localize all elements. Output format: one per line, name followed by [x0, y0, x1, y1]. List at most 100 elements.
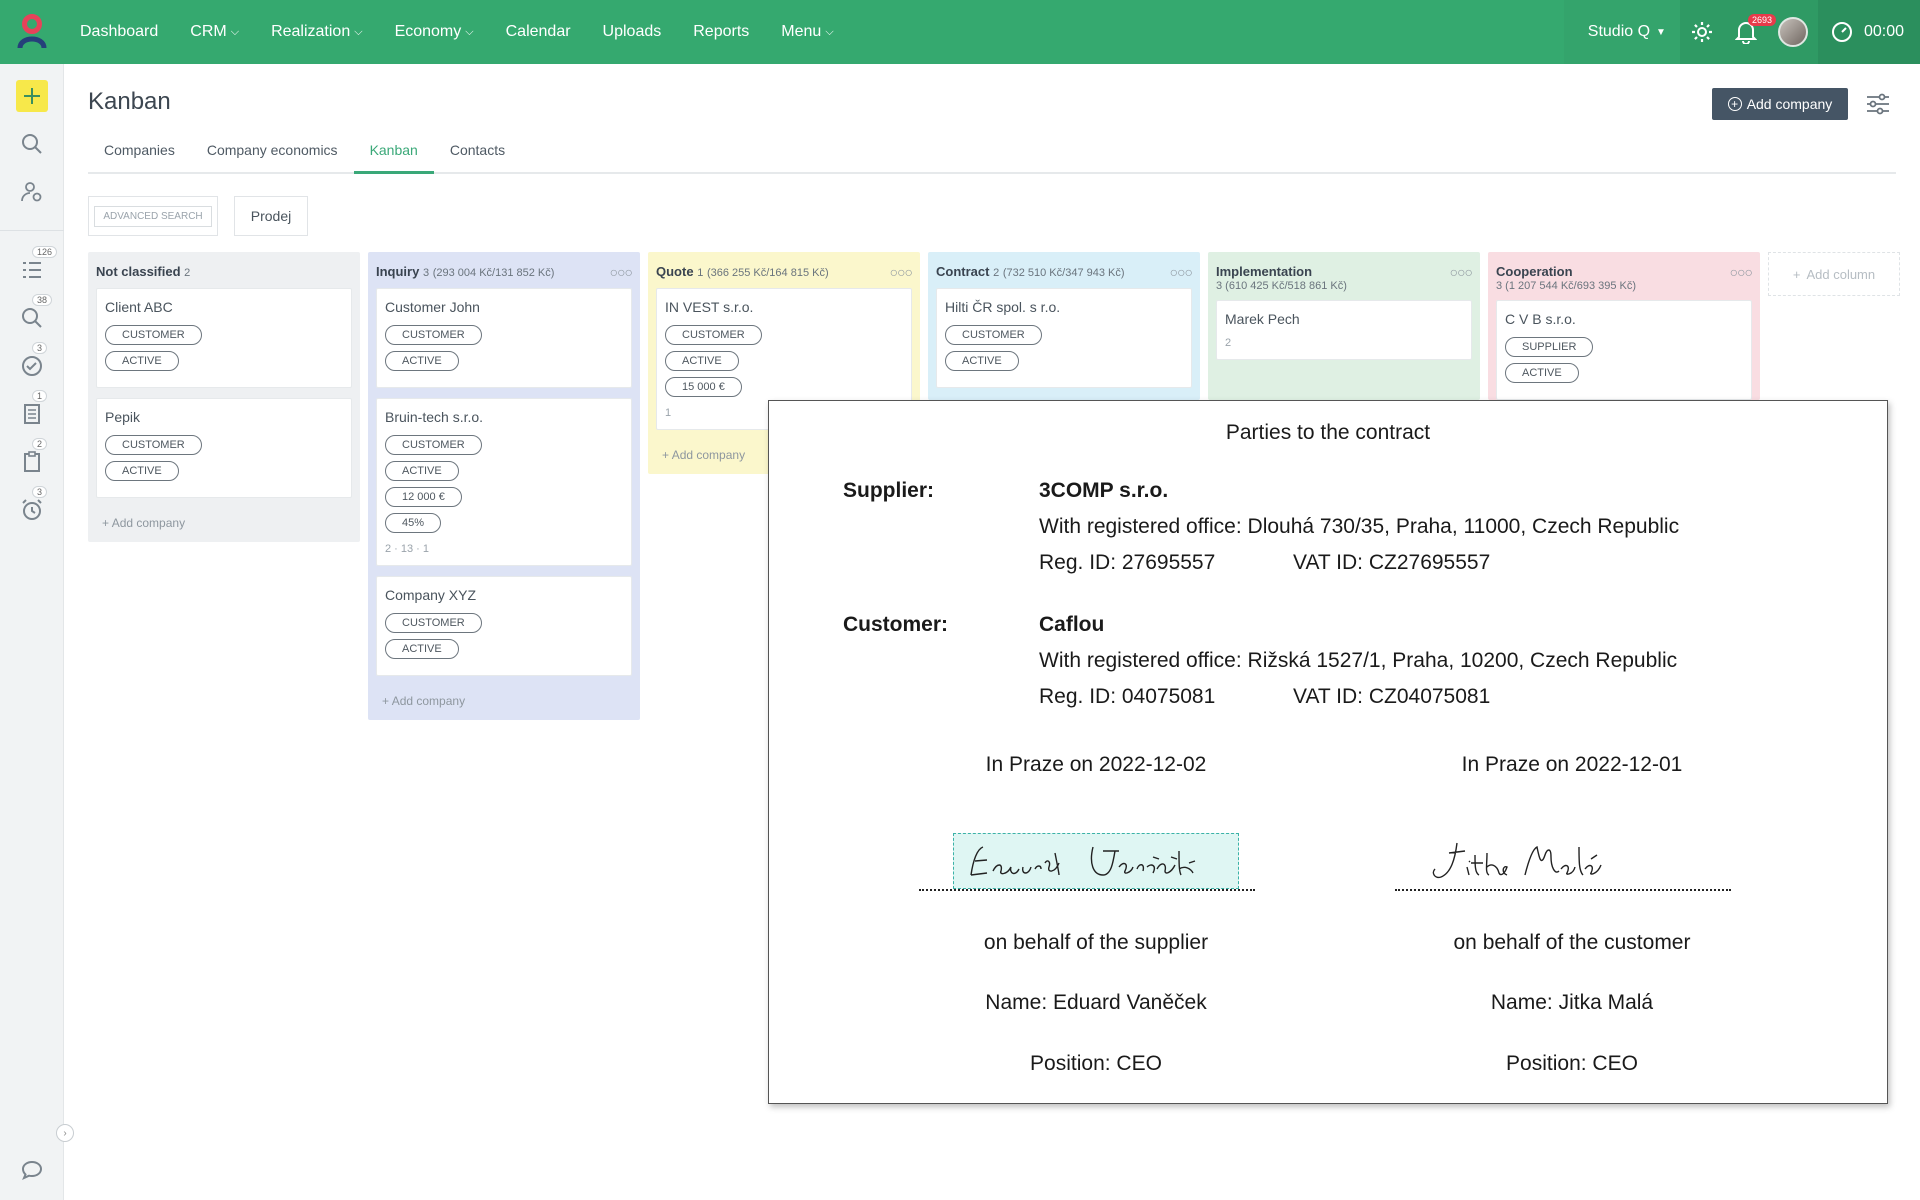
- search-icon[interactable]: [18, 130, 46, 158]
- company-card[interactable]: Customer John CUSTOMER ACTIVE: [376, 288, 632, 388]
- nav-item-calendar[interactable]: Calendar: [490, 0, 587, 64]
- card-tags: CUSTOMER ACTIVE: [105, 325, 343, 377]
- company-name: Company XYZ: [385, 587, 477, 603]
- more-options-icon[interactable]: ○○○: [1450, 264, 1473, 280]
- tab-companies[interactable]: Companies: [88, 140, 191, 174]
- column-summary: (366 255 Kč/164 815 Kč): [706, 267, 829, 279]
- nav-item-menu[interactable]: Menu ⌵: [765, 0, 849, 64]
- tab-company-economics[interactable]: Company economics: [191, 140, 354, 174]
- company-name: Pepik: [105, 409, 141, 425]
- customer-label: Customer:: [843, 613, 949, 636]
- studio-selector[interactable]: Studio Q ▼: [1563, 0, 1680, 64]
- status-badge: ACTIVE: [385, 639, 459, 659]
- company-name: Bruin-tech s.r.o.: [385, 409, 484, 425]
- company-name: Customer John: [385, 299, 480, 315]
- nav-item-label: Calendar: [505, 23, 571, 40]
- supplier-vat-id: VAT ID: CZ27695557: [1293, 551, 1491, 574]
- task-list-icon[interactable]: 126: [18, 246, 58, 284]
- settings-gear-icon[interactable]: [1680, 0, 1724, 64]
- tab-kanban[interactable]: Kanban: [353, 140, 434, 174]
- add-company-link-label: Add company: [111, 516, 186, 530]
- column-header: Implementation ○○○: [1216, 252, 1473, 288]
- nav-item-dashboard[interactable]: Dashboard: [64, 0, 174, 64]
- company-card[interactable]: Hilti ČR spol. s r.o. CUSTOMER ACTIVE: [936, 288, 1192, 388]
- company-card[interactable]: Marek Pech 2: [1216, 300, 1472, 360]
- filter-sliders-icon[interactable]: [1864, 90, 1892, 118]
- top-right-controls: Studio Q ▼ 2693 00:00: [1563, 0, 1920, 64]
- advanced-search-button[interactable]: ADVANCED SEARCH: [88, 196, 218, 236]
- supplier-behalf: on behalf of the supplier: [983, 931, 1209, 954]
- more-options-icon[interactable]: ○○○: [610, 264, 633, 280]
- magnifier-icon[interactable]: 38: [18, 294, 53, 332]
- status-badge: CUSTOMER: [385, 613, 482, 633]
- nav-item-uploads[interactable]: Uploads: [587, 0, 678, 64]
- check-circle-icon[interactable]: 3: [18, 342, 48, 380]
- status-badge: ACTIVE: [385, 351, 459, 371]
- company-name: Client ABC: [105, 299, 173, 315]
- status-badge: CUSTOMER: [105, 435, 202, 455]
- filter-chip-prodej[interactable]: Prodej: [234, 196, 308, 236]
- user-search-icon[interactable]: [18, 178, 46, 206]
- customer-reg-id: Reg. ID: 04075081: [1039, 685, 1216, 708]
- more-options-icon[interactable]: ○○○: [1730, 264, 1753, 280]
- chat-bubble-icon[interactable]: [18, 1156, 46, 1184]
- plus-icon: +: [382, 694, 392, 708]
- nav-item-label: Reports: [693, 23, 750, 40]
- add-company-link[interactable]: + Add company: [96, 508, 352, 542]
- company-card[interactable]: Client ABC CUSTOMER ACTIVE: [96, 288, 352, 388]
- card-tags: CUSTOMER ACTIVE 15 000 €: [665, 325, 903, 403]
- documents-icon[interactable]: 1: [18, 390, 48, 428]
- time-tracker[interactable]: 00:00: [1817, 0, 1920, 64]
- status-badge: ACTIVE: [105, 351, 179, 371]
- more-options-icon[interactable]: ○○○: [890, 264, 913, 280]
- company-card[interactable]: Pepik CUSTOMER ACTIVE: [96, 398, 352, 498]
- user-avatar[interactable]: [1777, 17, 1808, 47]
- status-badge: ACTIVE: [1505, 363, 1579, 383]
- app-logo-icon[interactable]: [0, 0, 64, 64]
- add-company-button[interactable]: + Add company: [1712, 88, 1848, 120]
- column-title: Implementation: [1216, 264, 1313, 279]
- column-title: Inquiry: [376, 264, 420, 279]
- search-count-badge: 38: [32, 294, 53, 306]
- company-card[interactable]: C V B s.r.o. SUPPLIER ACTIVE: [1496, 300, 1752, 400]
- sidebar-collapse-chevron-icon[interactable]: ›: [56, 1124, 74, 1142]
- company-card[interactable]: Company XYZ CUSTOMER ACTIVE: [376, 576, 632, 676]
- kanban-column-contract: Contract 2 (732 510 Kč/347 943 Kč) ○○○ Hil…: [928, 252, 1200, 400]
- add-company-label: Add company: [1746, 96, 1833, 112]
- notifications-bell-icon[interactable]: 2693: [1724, 0, 1776, 64]
- company-name: IN VEST s.r.o.: [665, 299, 754, 315]
- company-name: Marek Pech: [1225, 311, 1300, 327]
- supplier-place-date: In Praze on 2022-12-02: [985, 753, 1207, 776]
- column-header: Not classified 2: [96, 252, 352, 288]
- column-summary: (293 004 Kč/131 852 Kč): [432, 267, 555, 279]
- clipboard-icon[interactable]: 2: [18, 438, 48, 476]
- quick-add-button[interactable]: [16, 80, 48, 112]
- nav-item-realization[interactable]: Realization ⌵: [255, 0, 379, 64]
- plus-icon: +: [662, 448, 672, 462]
- supplier-signer-position: Position: CEO: [1030, 1052, 1162, 1075]
- kanban-column-implementation: Implementation ○○○ 3 (610 425 Kč/518 861 K…: [1208, 252, 1480, 400]
- more-options-icon[interactable]: ○○○: [1170, 264, 1193, 280]
- supplier-name: 3COMP s.r.o.: [1039, 479, 1169, 502]
- column-header: Contract 2 (732 510 Kč/347 943 Kč) ○○○: [936, 252, 1193, 288]
- nav-item-reports[interactable]: Reports: [677, 0, 765, 64]
- stopwatch-icon: [1831, 22, 1852, 42]
- column-count: 2: [993, 267, 1000, 279]
- customer-behalf: on behalf of the customer: [1453, 931, 1691, 954]
- advanced-search-label: ADVANCED SEARCH: [94, 205, 212, 227]
- supplier-reg-id: Reg. ID: 27695557: [1039, 551, 1216, 574]
- column-summary: (732 510 Kč/347 943 Kč): [1002, 267, 1125, 279]
- nav-item-crm[interactable]: CRM ⌵: [174, 0, 255, 64]
- tab-contacts[interactable]: Contacts: [434, 140, 521, 174]
- clip-count-badge: 2: [32, 438, 48, 450]
- status-badge: ACTIVE: [385, 461, 459, 481]
- chevron-down-icon: ⌵: [825, 25, 834, 38]
- company-name: Hilti ČR spol. s r.o.: [945, 299, 1061, 315]
- company-name: C V B s.r.o.: [1505, 311, 1576, 327]
- nav-item-economy[interactable]: Economy ⌵: [379, 0, 490, 64]
- page-title: Kanban: [88, 88, 171, 115]
- add-column-button[interactable]: + Add column: [1768, 252, 1900, 296]
- company-card[interactable]: Bruin-tech s.r.o. CUSTOMER ACTIVE 12 000 € 4…: [376, 398, 632, 566]
- add-company-link[interactable]: + Add company: [376, 686, 632, 720]
- alarm-clock-icon[interactable]: 3: [18, 486, 48, 524]
